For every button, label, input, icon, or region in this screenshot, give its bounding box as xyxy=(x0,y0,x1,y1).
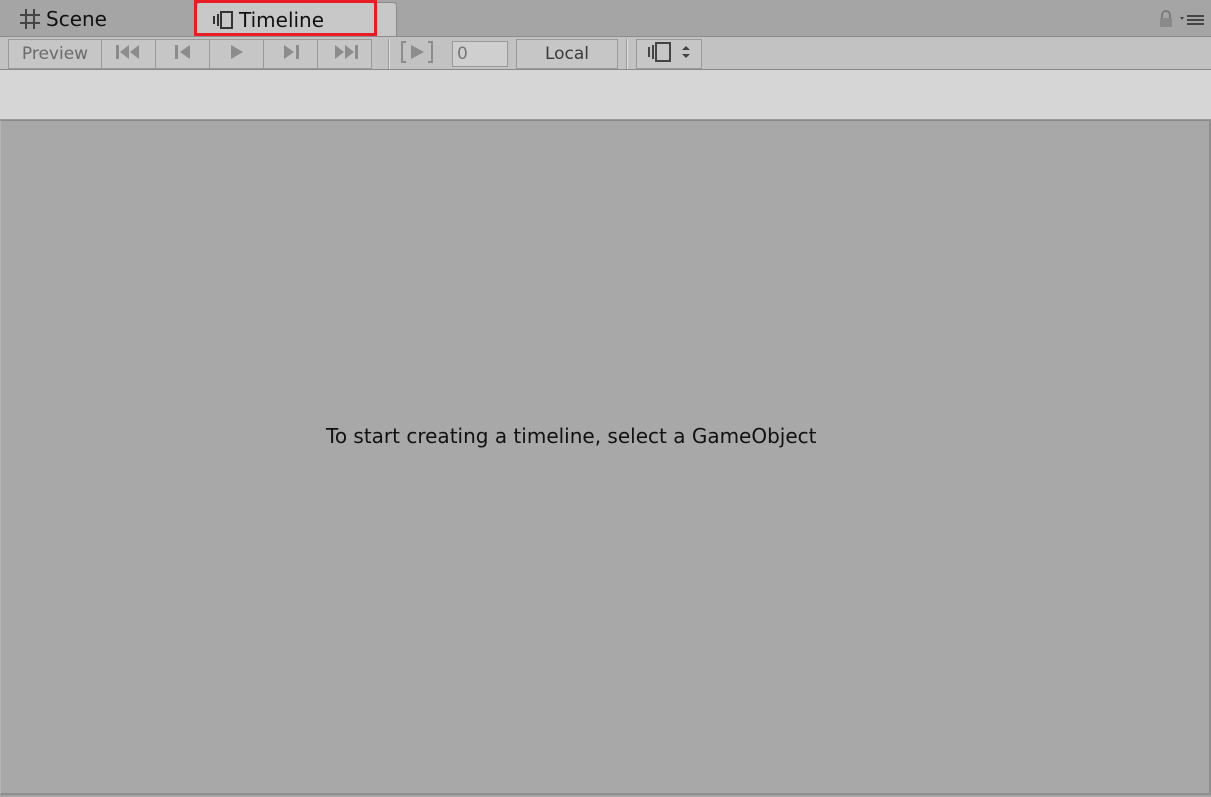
lock-icon[interactable] xyxy=(1159,10,1173,32)
tab-tools xyxy=(1159,10,1205,32)
tab-strip: Scene Timeline xyxy=(0,0,1211,36)
previous-frame-icon xyxy=(174,44,192,65)
current-frame-field[interactable]: 0 xyxy=(452,41,508,67)
toolbar-separator xyxy=(626,39,628,69)
preview-button[interactable]: Preview xyxy=(8,39,102,69)
toolbar-separator xyxy=(388,39,390,69)
window-menu-icon[interactable] xyxy=(1179,11,1205,31)
timeline-asset-icon xyxy=(647,41,677,67)
empty-state-message: To start creating a timeline, select a G… xyxy=(326,424,817,448)
timeline-toolbar: Preview 0 Local xyxy=(0,36,1211,70)
dropdown-arrows-icon xyxy=(681,44,691,65)
skip-to-start-icon xyxy=(115,44,143,65)
tab-scene[interactable]: Scene xyxy=(8,2,188,36)
next-frame-icon xyxy=(282,44,300,65)
previous-frame-button[interactable] xyxy=(155,39,210,69)
tab-scene-label: Scene xyxy=(46,7,107,31)
skip-to-end-icon xyxy=(331,44,359,65)
tab-timeline-label: Timeline xyxy=(239,7,325,32)
go-to-start-button[interactable] xyxy=(101,39,156,69)
play-button[interactable] xyxy=(209,39,264,69)
timeline-selector-dropdown[interactable] xyxy=(636,39,702,69)
timeline-window: Scene Timeline Preview 0 Local To start … xyxy=(0,0,1211,797)
time-mode-label: Local xyxy=(544,44,590,64)
play-icon xyxy=(230,44,244,65)
timeline-header-area xyxy=(0,70,1211,120)
grid-icon xyxy=(18,8,42,30)
play-range-icon xyxy=(400,40,434,69)
tab-timeline[interactable]: Timeline xyxy=(196,2,397,36)
play-range-button[interactable] xyxy=(396,39,438,69)
timeline-icon xyxy=(211,9,235,31)
time-mode-dropdown[interactable]: Local xyxy=(516,39,618,69)
go-to-end-button[interactable] xyxy=(317,39,372,69)
preview-button-label: Preview xyxy=(21,44,89,64)
timeline-content-area xyxy=(0,121,1211,795)
next-frame-button[interactable] xyxy=(263,39,318,69)
